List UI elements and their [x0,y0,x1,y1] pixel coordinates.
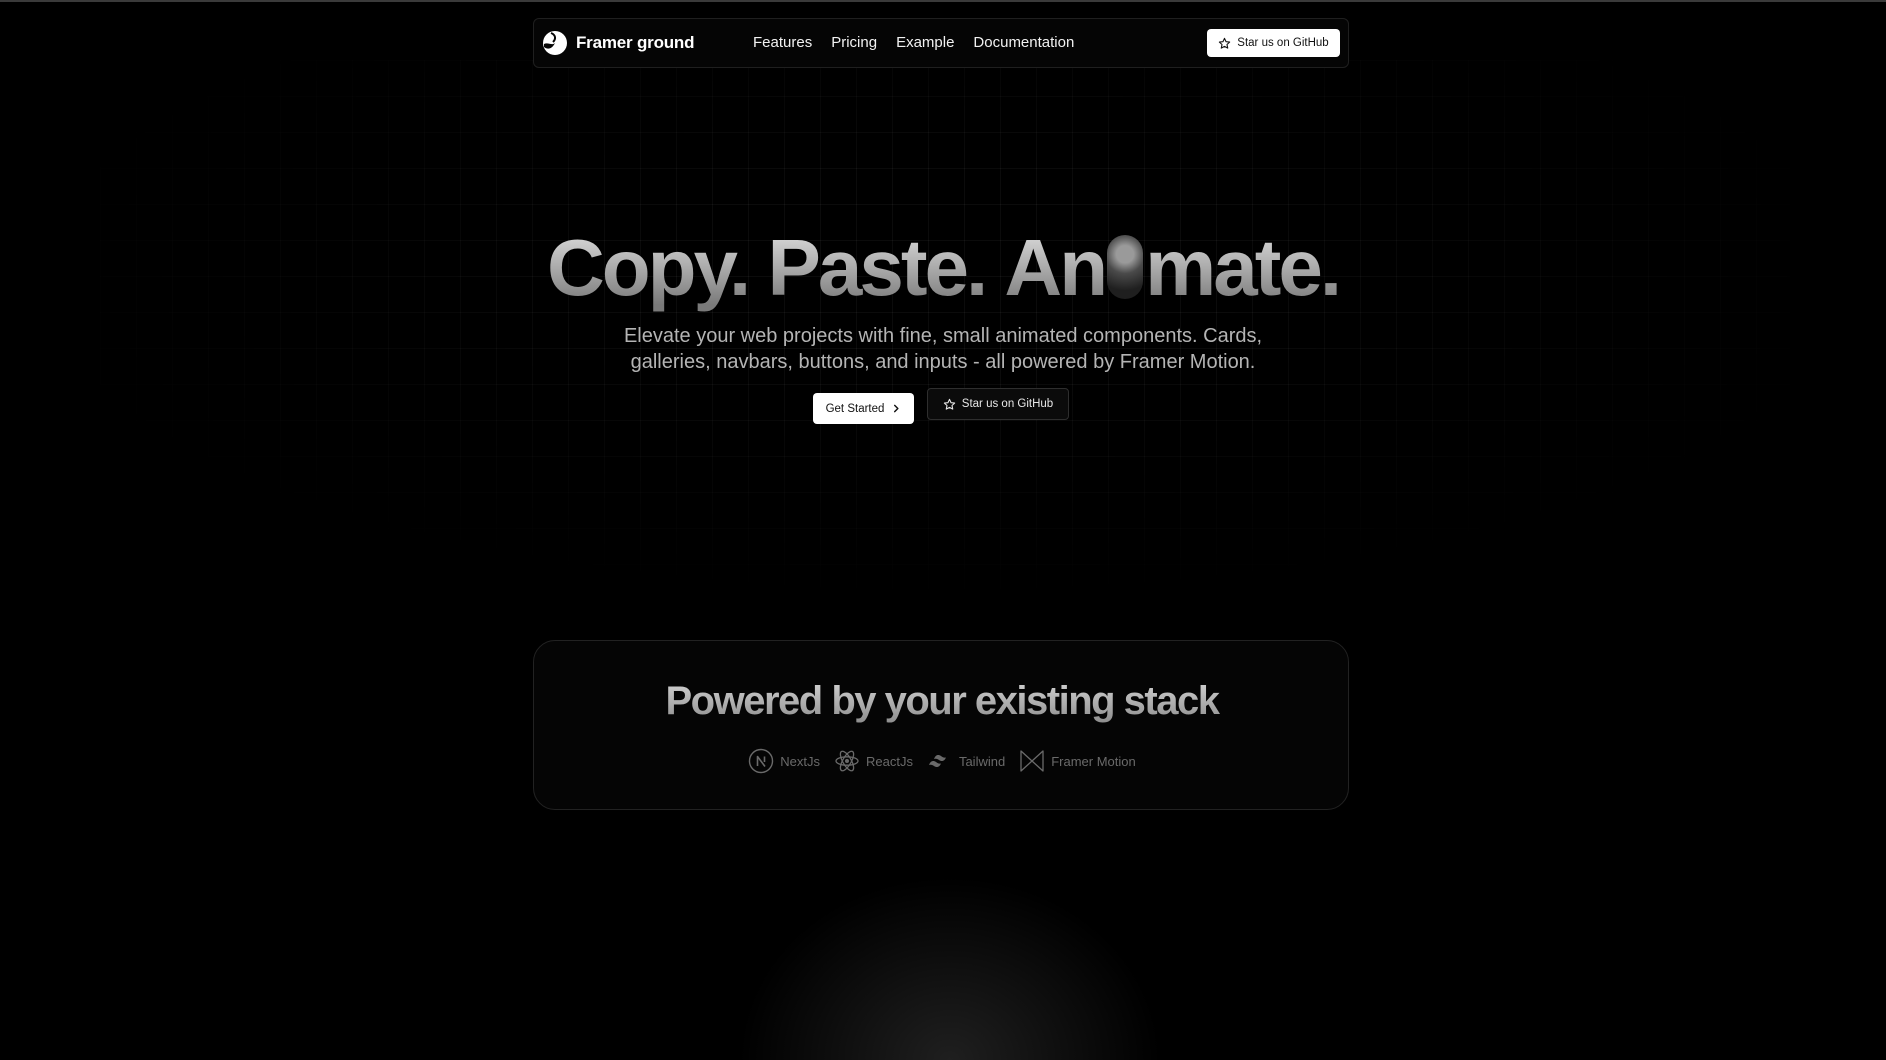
brand-link[interactable]: Framer ground [542,30,695,56]
brand-name: Framer ground [576,33,695,52]
hero-subtitle: Elevate your web projects with fine, sma… [623,325,1263,373]
nav-link-example[interactable]: Example [896,34,954,51]
stack-items: NextJs ReactJs Tailwind Framer Motion [534,748,1350,774]
top-border [0,0,1886,2]
nav-link-features[interactable]: Features [753,34,812,51]
stack-card: Powered by your existing stack NextJs Re… [533,640,1349,810]
get-started-label: Get Started [825,402,885,415]
hero-title: Copy. Paste. An mate. [0,222,1886,314]
nav-link-documentation[interactable]: Documentation [973,34,1074,51]
hero-title-word-paste: Paste. [767,223,986,312]
stack-item-reactjs: ReactJs [834,748,913,774]
stack-item-label: NextJs [780,753,820,769]
stack-item-framer-motion: Framer Motion [1019,748,1136,774]
hero-title-word-animate: An mate. [1004,222,1339,314]
framer-ground-logo-icon [543,31,567,55]
hero-star-label: Star us on GitHub [961,398,1054,410]
stack-item-label: ReactJs [865,753,913,769]
star-icon [943,398,955,410]
nextjs-icon [749,748,774,774]
get-started-button[interactable]: Get Started [813,393,914,424]
react-icon [835,750,859,772]
stack-item-label: Framer Motion [1051,753,1136,769]
framer-motion-icon [1020,750,1044,772]
hero-avatar-image [1107,235,1144,299]
nav-links: Features Pricing Example Documentation [753,34,1074,51]
stack-item-tailwind: Tailwind [927,748,1005,774]
nav-star-github-button[interactable]: Star us on GitHub [1207,29,1340,57]
nav-link-pricing[interactable]: Pricing [831,34,877,51]
hero-title-word-copy: Copy. [546,223,749,312]
stack-item-label: Tailwind [958,753,1006,769]
chevron-right-icon [894,404,899,413]
bottom-glow [720,860,1180,1060]
stack-item-nextjs: NextJs [748,748,820,774]
star-icon [1219,37,1231,49]
navbar: Framer ground Features Pricing Example D… [533,18,1349,68]
hero-star-github-button[interactable]: Star us on GitHub [927,388,1069,420]
hero-title-word-animate-end: mate. [1145,223,1340,312]
tailwind-icon [928,755,946,768]
hero-title-word-animate-start: An [1004,223,1106,312]
nav-star-label: Star us on GitHub [1237,37,1329,49]
stack-title: Powered by your existing stack [534,679,1350,724]
